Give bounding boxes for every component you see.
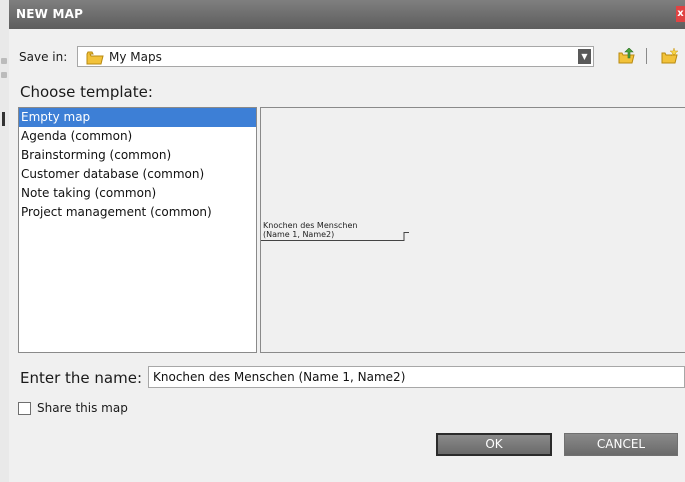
share-map-checkbox[interactable]	[18, 401, 31, 415]
save-in-label: Save in:	[19, 50, 68, 64]
new-map-dialog: NEW MAP x Save in: My Maps ▼ Choose temp…	[9, 0, 685, 482]
map-name-input[interactable]	[148, 366, 685, 388]
template-item-brainstorming[interactable]: Brainstorming (common)	[19, 146, 256, 165]
ok-button[interactable]: OK	[436, 433, 552, 456]
template-item-agenda[interactable]: Agenda (common)	[19, 127, 256, 146]
save-in-dropdown[interactable]: My Maps ▼	[77, 46, 594, 67]
template-preview: Knochen des Menschen (Name 1, Name2)	[260, 107, 685, 353]
template-item-project-management[interactable]: Project management (common)	[19, 203, 256, 222]
enter-name-label: Enter the name:	[20, 369, 143, 387]
cancel-button[interactable]: CANCEL	[564, 433, 678, 456]
background-glyph	[1, 58, 7, 64]
folder-icon	[86, 50, 104, 69]
background-glyph	[1, 72, 7, 78]
choose-template-heading: Choose template:	[20, 83, 153, 101]
save-in-value: My Maps	[109, 50, 162, 64]
preview-node-connector	[261, 232, 409, 241]
title-bar: NEW MAP x	[9, 0, 685, 29]
template-item-empty-map[interactable]: Empty map	[19, 108, 256, 127]
dialog-title: NEW MAP	[16, 7, 84, 21]
background-marker	[2, 112, 5, 126]
dropdown-arrow-icon[interactable]: ▼	[578, 49, 591, 64]
new-folder-icon[interactable]	[661, 47, 679, 68]
close-button[interactable]: x	[676, 6, 685, 22]
folder-up-icon[interactable]	[618, 47, 636, 68]
share-map-option[interactable]: Share this map	[18, 400, 128, 416]
template-list[interactable]: Empty map Agenda (common) Brainstorming …	[18, 107, 257, 353]
share-map-label: Share this map	[37, 401, 128, 415]
toolbar-divider	[646, 48, 647, 64]
template-item-customer-database[interactable]: Customer database (common)	[19, 165, 256, 184]
background-window-edge	[0, 0, 9, 482]
template-item-note-taking[interactable]: Note taking (common)	[19, 184, 256, 203]
